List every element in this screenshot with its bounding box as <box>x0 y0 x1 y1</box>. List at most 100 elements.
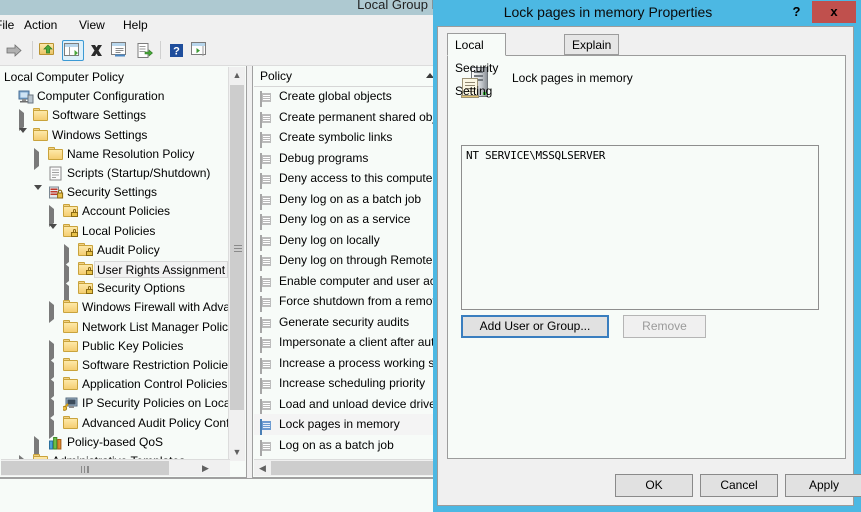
lock-pages-in-memory-properties-dialog: Lock pages in memory Properties ? x Loca… <box>433 0 861 512</box>
scroll-grip-icon <box>81 466 89 473</box>
policy-setting-icon <box>260 110 274 125</box>
tree-item-label: Account Policies <box>82 202 170 221</box>
expand-triangle-icon[interactable] <box>49 361 58 370</box>
console-tree-pane[interactable]: Local Computer PolicyComputer Configurat… <box>0 66 247 478</box>
expand-triangle-icon[interactable] <box>64 284 73 293</box>
policy-name: Deny log on as a service <box>279 209 410 230</box>
policy-name: Impersonate a client after auth <box>279 332 441 353</box>
policy-name: Load and unload device driver <box>279 394 440 415</box>
policy-name: Enable computer and user acc <box>279 271 442 292</box>
show-action-pane-button[interactable] <box>190 40 212 61</box>
tree-node-container: Local Computer PolicyComputer Configurat… <box>0 66 232 461</box>
policy-name: Lock pages in memory <box>279 414 400 435</box>
expand-triangle-icon[interactable] <box>49 419 58 428</box>
policy-setting-icon <box>260 233 274 248</box>
menu-item-action[interactable]: Action <box>18 18 63 33</box>
policy-name: Force shutdown from a remot <box>279 291 436 312</box>
folder-lock-icon <box>78 243 94 258</box>
column-header-policy[interactable]: Policy <box>254 67 441 86</box>
policy-setting-icon <box>260 171 274 186</box>
expand-triangle-icon[interactable] <box>49 303 58 312</box>
toolbar-separator-2 <box>160 41 161 59</box>
policy-setting-icon <box>260 315 274 330</box>
expand-triangle-icon[interactable] <box>34 150 43 159</box>
tree-item-label: Policy-based QoS <box>67 433 163 452</box>
computer-configuration-icon <box>18 89 34 104</box>
tree-item-label: Network List Manager Policie <box>82 318 232 337</box>
expand-triangle-icon[interactable] <box>49 380 58 389</box>
policy-name: Deny log on through Remote <box>279 250 432 271</box>
policy-setting-icon <box>260 376 274 391</box>
tree-vertical-scrollbar[interactable]: ▲ ▼ <box>228 67 245 461</box>
policy-setting-icon <box>260 335 274 350</box>
policy-setting-icon <box>260 274 274 289</box>
forward-arrow-button[interactable] <box>4 40 26 61</box>
play-triangle-icon <box>192 42 209 59</box>
expand-triangle-icon[interactable] <box>19 111 28 120</box>
expand-triangle-icon[interactable] <box>49 342 58 351</box>
export-list-button[interactable] <box>134 40 156 61</box>
dialog-titlebar[interactable]: Lock pages in memory Properties ? x <box>433 0 861 26</box>
right-arrow-icon <box>6 42 23 59</box>
collapse-triangle-icon[interactable] <box>19 131 28 140</box>
scroll-left-arrow-icon[interactable]: ◀ <box>254 460 271 476</box>
export-list-icon <box>136 42 153 59</box>
expand-triangle-icon[interactable] <box>34 438 43 447</box>
properties-button[interactable] <box>110 40 132 61</box>
tree-scroll-thumb[interactable] <box>230 85 244 410</box>
apply-button[interactable]: Apply <box>785 474 861 497</box>
toolbar-separator-1 <box>32 41 33 59</box>
scroll-up-arrow-icon[interactable]: ▲ <box>229 67 245 84</box>
tab-explain[interactable]: Explain <box>564 34 619 55</box>
policy-name: Create global objects <box>279 86 392 107</box>
expand-triangle-icon[interactable] <box>49 207 58 216</box>
policy-setting-icon <box>260 192 274 207</box>
collapse-triangle-icon[interactable] <box>34 188 43 197</box>
dialog-title: Lock pages in memory Properties <box>433 4 783 20</box>
help-button[interactable]: ? <box>166 40 188 61</box>
policy-name-label: Lock pages in memory <box>512 71 633 85</box>
menu-item-help[interactable]: Help <box>117 18 154 33</box>
policy-setting-icon <box>260 438 274 453</box>
scroll-grip-icon <box>234 245 242 252</box>
scroll-right-arrow-icon[interactable]: ▶ <box>197 460 214 476</box>
tree-item-label: Public Key Policies <box>82 337 183 356</box>
up-one-level-button[interactable] <box>38 40 60 61</box>
folder-icon <box>63 300 79 315</box>
folder-icon <box>48 147 64 162</box>
policy-name: Deny log on locally <box>279 230 380 251</box>
assigned-accounts-listbox[interactable]: NT SERVICE\MSSQLSERVER <box>461 145 819 310</box>
tab-local-security-setting[interactable]: Local Security Setting <box>447 33 506 56</box>
expand-triangle-icon[interactable] <box>49 399 58 408</box>
folder-lock-icon <box>63 204 79 219</box>
policy-name: Increase scheduling priority <box>279 373 425 394</box>
show-hide-console-tree-button[interactable] <box>62 40 84 61</box>
collapse-triangle-icon[interactable] <box>49 227 58 236</box>
tree-item-label: Windows Firewall with Advan <box>82 298 232 317</box>
dialog-close-button[interactable]: x <box>812 1 856 23</box>
expand-triangle-icon[interactable] <box>64 265 73 274</box>
tree-item-label: Name Resolution Policy <box>67 145 194 164</box>
tree-hscroll-thumb[interactable] <box>1 461 169 475</box>
svg-text:?: ? <box>173 46 180 58</box>
tree-item-label: Security Settings <box>67 183 157 202</box>
add-user-or-group-button[interactable]: Add User or Group... <box>461 315 609 338</box>
expand-triangle-icon[interactable] <box>64 246 73 255</box>
menu-item-view[interactable]: View <box>73 18 111 33</box>
cancel-button[interactable]: Cancel <box>700 474 778 497</box>
tree-item-label: Application Control Policies <box>82 375 227 394</box>
dialog-help-button[interactable]: ? <box>782 1 811 23</box>
folder-icon <box>33 128 49 143</box>
list-item[interactable]: NT SERVICE\MSSQLSERVER <box>466 149 605 162</box>
remove-button: Remove <box>623 315 706 338</box>
ok-button[interactable]: OK <box>615 474 693 497</box>
screen: Local Group Policy Editor File Action Vi… <box>0 0 861 512</box>
folder-icon <box>63 339 79 354</box>
folder-lock-icon <box>78 281 94 296</box>
delete-x-icon <box>88 42 105 59</box>
tree-horizontal-scrollbar[interactable]: ▶ <box>1 459 230 476</box>
delete-button[interactable] <box>86 40 108 61</box>
tree-item-label: Advanced Audit Policy Confi <box>82 414 232 433</box>
scroll-down-arrow-icon[interactable]: ▼ <box>229 444 245 461</box>
folder-lock-icon <box>63 224 79 239</box>
